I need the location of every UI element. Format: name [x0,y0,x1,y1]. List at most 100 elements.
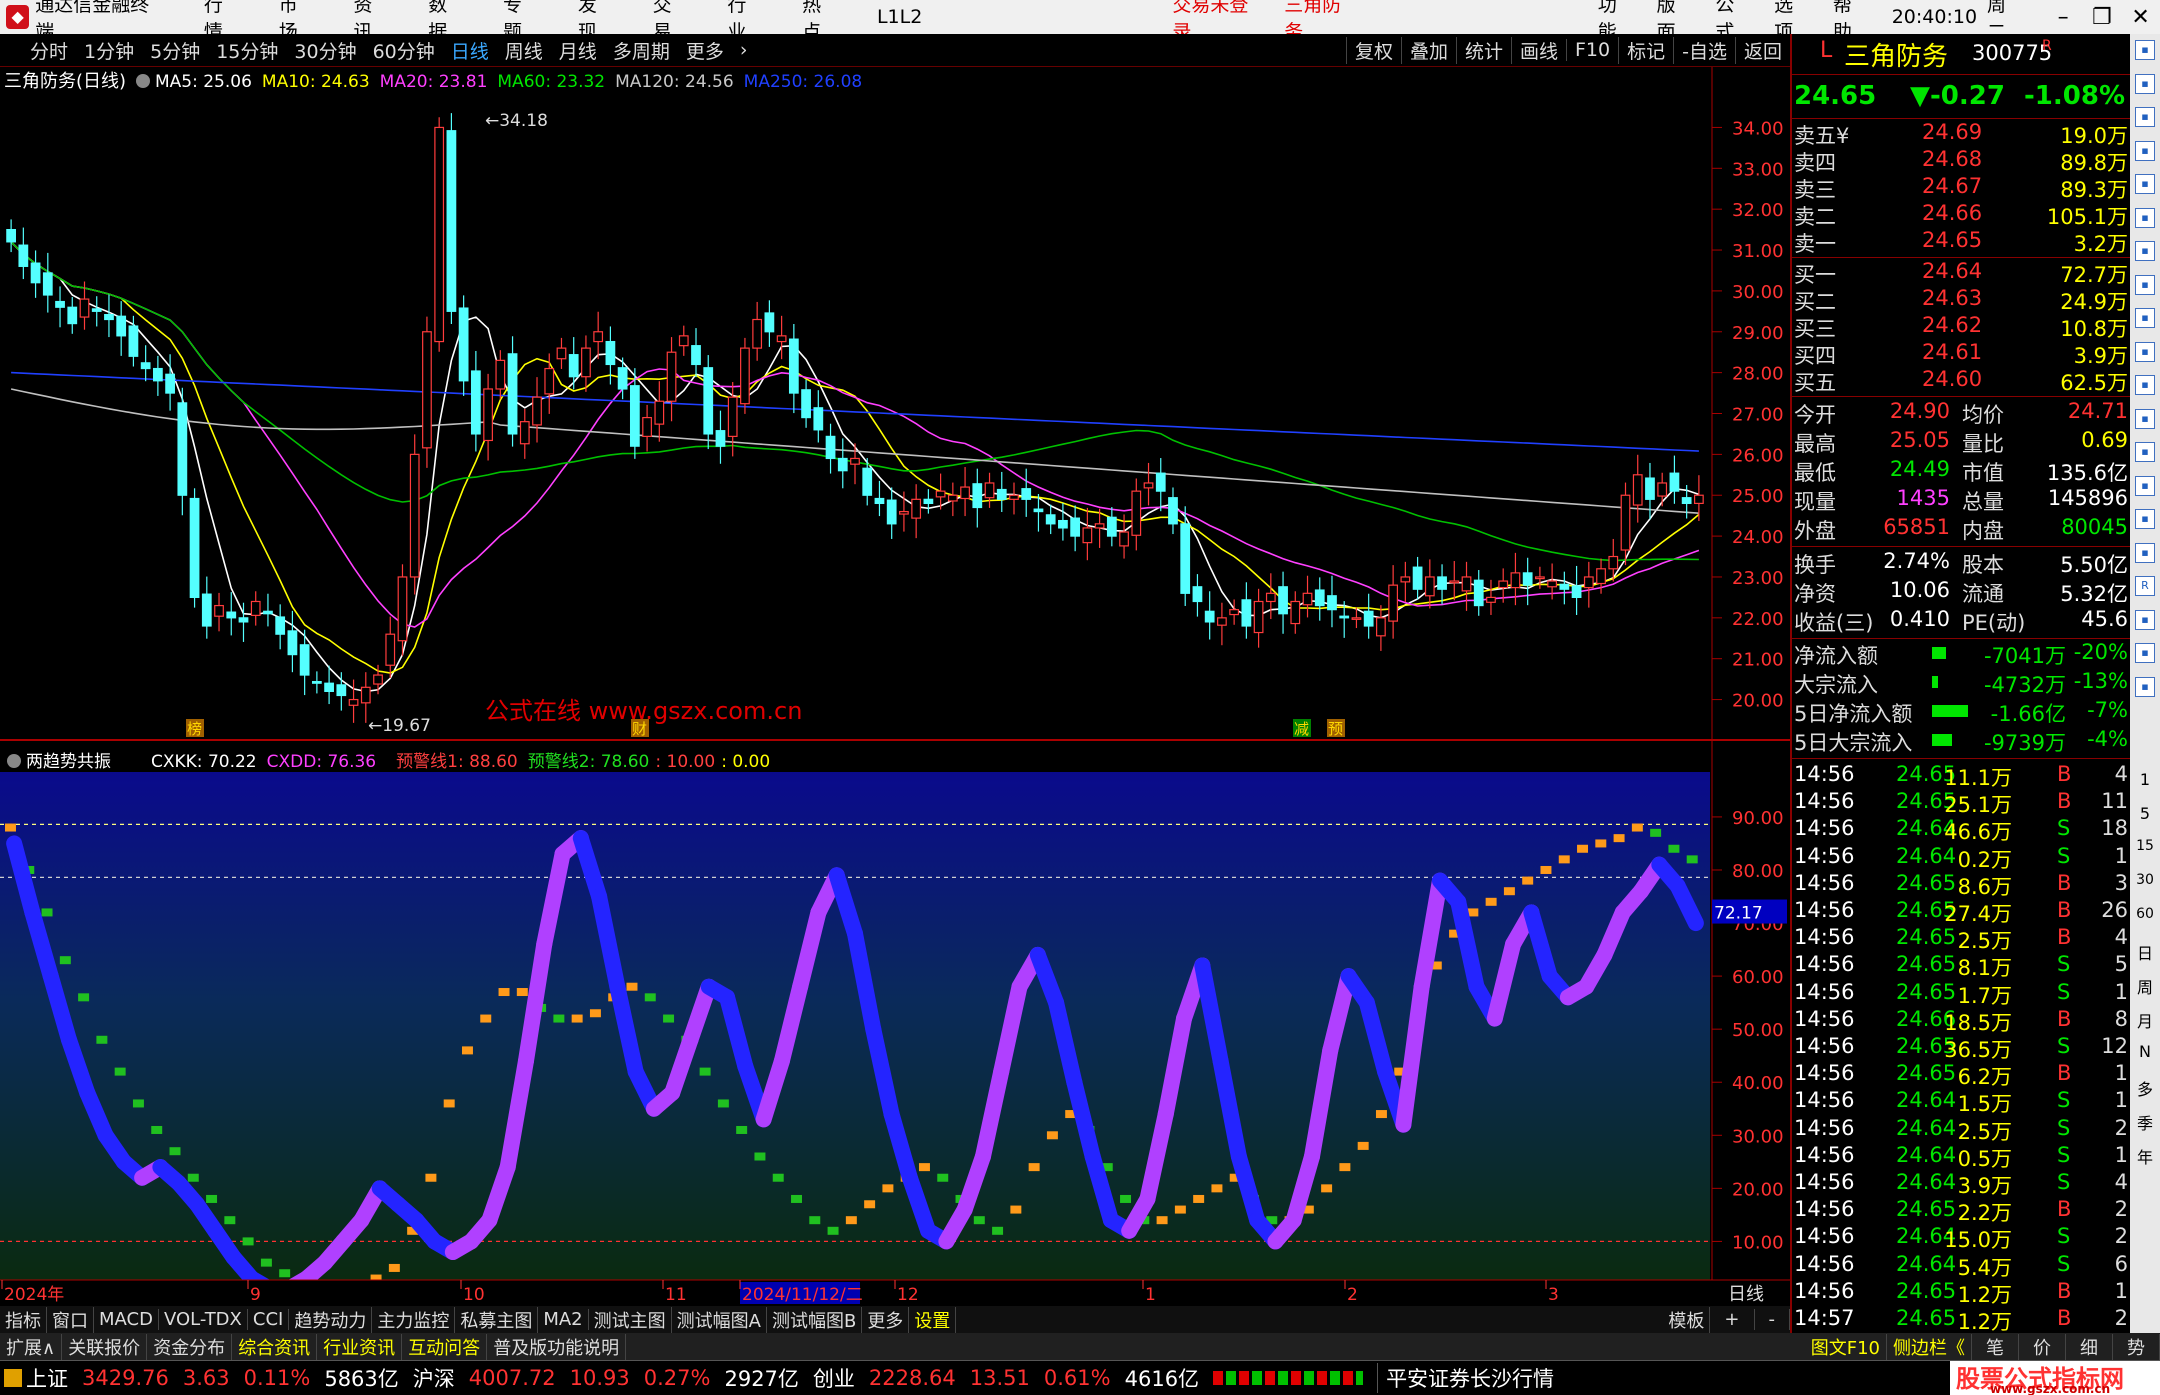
period-shortcut[interactable]: 30 [2130,872,2160,902]
period-shortcut[interactable]: 月 [2130,1008,2160,1038]
period-more[interactable]: 更多 [678,37,732,64]
tab-hangye-zixun[interactable]: 行业资讯 [317,1333,403,1360]
tab-zhibiao[interactable]: 指标 [0,1306,47,1333]
period-30min[interactable]: 30分钟 [286,37,364,64]
period-shortcut[interactable]: 60 [2130,906,2160,936]
tab-cci[interactable]: CCI [248,1309,290,1330]
tab-hudong-wenda[interactable]: 互动问答 [402,1333,488,1360]
period-shortcut[interactable]: 日 [2130,940,2160,970]
tab-tuwen-f10[interactable]: 图文F10 [1805,1333,1887,1360]
chart-icon[interactable]: ▪ [2135,40,2155,60]
period-multi[interactable]: 多周期 [605,37,678,64]
indicator-panel[interactable]: 两趋势共振 CXKK: 70.22 CXDD: 76.36 预警线1: 88.60 预警… [0,743,1710,1298]
tool-f10[interactable]: F10 [1566,39,1618,61]
tool-fuquan[interactable]: 复权 [1345,36,1401,64]
minimize-icon[interactable]: – [2044,5,2083,30]
doc-icon[interactable]: ▪ [2135,542,2155,563]
list-icon[interactable]: ▪ [2135,73,2155,94]
tick-time: 14:56 [1794,1115,1855,1140]
tab-kuozhan[interactable]: 扩展∧ [0,1333,63,1360]
ma-legend-item: MA60: 23.32 [497,72,605,92]
period-shortcut[interactable]: 多 [2130,1076,2160,1106]
trend-icon[interactable]: ▪ [2135,174,2155,194]
period-shortcut[interactable]: 5 [2130,804,2160,834]
tab-xi[interactable]: 细 [2066,1333,2113,1360]
tab-jia[interactable]: 价 [2019,1333,2066,1360]
tab-ma2[interactable]: MA2 [538,1309,589,1330]
period-shortcut[interactable]: 周 [2130,974,2160,1004]
kline-panel[interactable]: ←34.18←19.67榜财减预 [0,67,1790,740]
period-60min[interactable]: 60分钟 [365,37,443,64]
tab-cebianlan[interactable]: 侧边栏《 [1887,1333,1972,1360]
tab-simu-zhutu[interactable]: 私募主图 [455,1306,539,1333]
tab-guanlian-baojia[interactable]: 关联报价 [62,1333,148,1360]
menu-bar: ◆ 通达信金融终端 行情 市场 资讯 数据 专题 发现 交易 行业 热点 L1L… [0,0,2160,43]
index-sz-label[interactable]: 沪深 [413,1363,455,1393]
target-icon[interactable]: ▪ [2135,442,2155,462]
tab-shi[interactable]: 势 [2113,1333,2160,1360]
tool-huaxian[interactable]: 画线 [1510,36,1566,64]
cxdd-bar [41,908,53,917]
chevron-right-icon[interactable]: › [732,39,756,61]
period-monthly[interactable]: 月线 [551,37,605,64]
tab-vol-tdx[interactable]: VOL-TDX [159,1309,248,1330]
tool-biaoji[interactable]: 标记 [1618,36,1673,64]
filter-icon[interactable]: ▪ [2135,341,2155,362]
sort-icon[interactable]: ▪ [2135,241,2155,261]
pie-icon[interactable]: ▪ [2135,408,2155,429]
bar-icon[interactable]: ▪ [2135,207,2155,228]
index-cy-label[interactable]: 创业 [813,1363,855,1393]
cxdd-bar [1375,1110,1387,1119]
tab-bi[interactable]: 笔 [1972,1333,2019,1360]
grid-icon[interactable]: ▪ [2135,107,2155,127]
period-shortcut[interactable]: 季 [2130,1110,2160,1140]
restore-icon[interactable]: ❐ [2083,5,2122,30]
remove-window-button[interactable]: - [1755,1309,1790,1330]
close-icon[interactable]: ✕ [2121,5,2160,30]
period-5min[interactable]: 5分钟 [142,37,208,64]
tick-side: B [2057,1006,2072,1031]
tab-macd[interactable]: MACD [94,1309,159,1330]
period-shortcut[interactable]: N [2130,1042,2160,1072]
tab-qushi-dongli[interactable]: 趋势动力 [289,1306,373,1333]
index-sh-label[interactable]: 上证 [26,1363,68,1393]
fund-flow-bar [1932,705,1968,717]
template-button[interactable]: 模板 [1663,1306,1711,1333]
period-shortcut[interactable]: 年 [2130,1144,2160,1174]
cxdd-bar [169,1147,181,1156]
tab-zhuli-jiankong[interactable]: 主力监控 [372,1306,456,1333]
period-fenshi[interactable]: 分时 [0,37,76,64]
fund-icon[interactable]: ▪ [2135,274,2155,295]
tool-tongji[interactable]: 统计 [1455,36,1511,64]
period-weekly[interactable]: 周线 [497,37,551,64]
tab-ceshi-futu-b[interactable]: 测试幅图B [767,1306,863,1333]
compass-icon[interactable]: ▪ [2135,509,2155,529]
period-1min[interactable]: 1分钟 [76,37,142,64]
chart-area[interactable]: ←34.18←19.67榜财减预 两趋势共振 CXKK: 70.22 CXDD: 7… [0,67,1790,1306]
tab-zijin-fenbu[interactable]: 资金分布 [147,1333,233,1360]
tab-gongneng-shuoming[interactable]: 普及版功能说明 [487,1333,627,1360]
move-icon[interactable]: ▪ [2135,609,2155,630]
tab-ceshi-futu-a[interactable]: 测试幅图A [672,1306,767,1333]
table-icon[interactable]: ▪ [2135,140,2155,161]
period-shortcut[interactable]: 15 [2130,838,2160,868]
menu-l1l2[interactable]: L1L2 [877,6,922,28]
tab-gengduo[interactable]: 更多 [862,1306,910,1333]
tool-diejia[interactable]: 叠加 [1400,36,1456,64]
period-daily[interactable]: 日线 [443,37,497,64]
tool-fanhui[interactable]: 返回 [1734,36,1790,64]
tab-ceshi-zhutu[interactable]: 测试主图 [589,1306,672,1333]
bell-icon[interactable]: ▪ [2135,475,2155,496]
tab-chuangkou[interactable]: 窗口 [47,1306,94,1333]
info-icon[interactable]: ▪ [2135,308,2155,328]
tab-zonghe-zixun[interactable]: 综合资讯 [232,1333,318,1360]
add-window-button[interactable]: + [1710,1309,1755,1330]
rsi-icon[interactable]: R [2135,576,2155,596]
period-shortcut[interactable]: 1 [2130,770,2160,800]
pen-icon[interactable]: ▪ [2135,643,2155,663]
period-15min[interactable]: 15分钟 [208,37,286,64]
star-icon[interactable]: ▪ [2135,375,2155,395]
fs-icon[interactable]: ▪ [2135,676,2155,697]
tool-zixuan[interactable]: -自选 [1673,36,1735,64]
tab-shezhi[interactable]: 设置 [909,1306,957,1333]
